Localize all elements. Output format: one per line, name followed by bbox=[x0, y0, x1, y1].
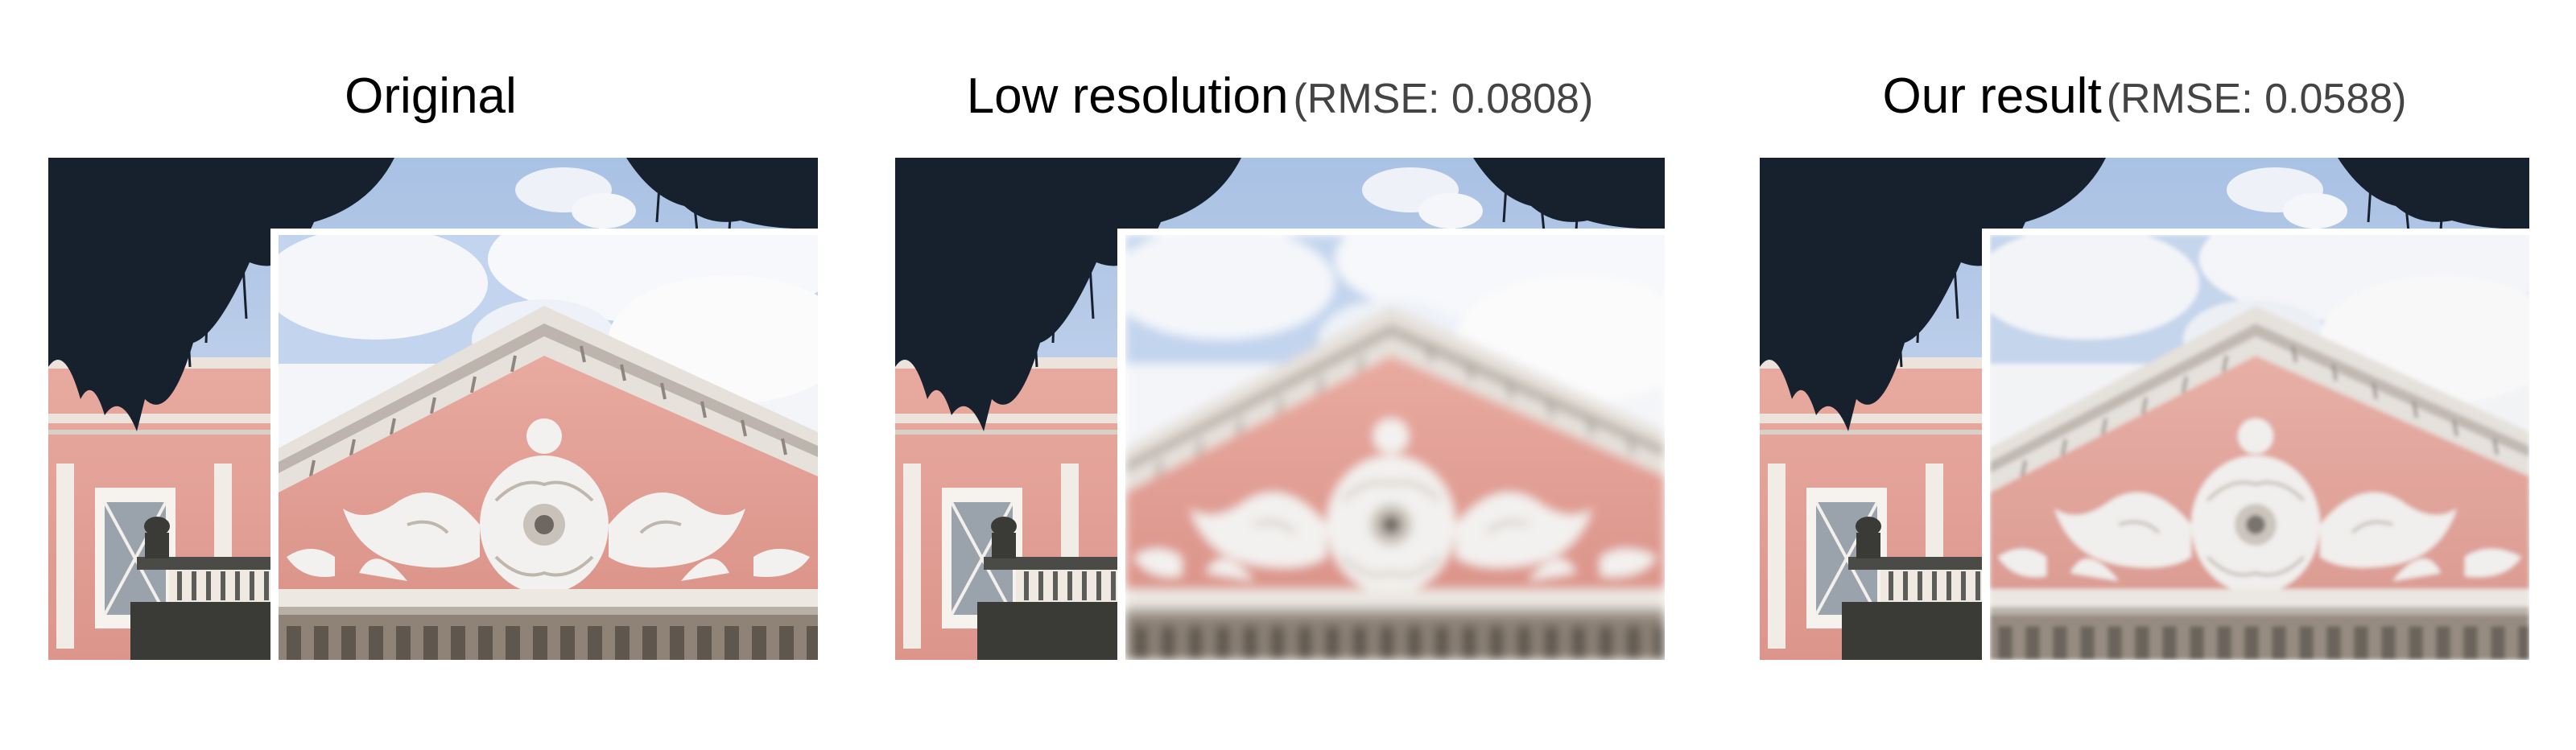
building-photo bbox=[895, 158, 1665, 660]
photo-original bbox=[48, 158, 818, 660]
panel-title-text: Original bbox=[345, 68, 517, 124]
panel-our-result: Our result (RMSE: 0.0588) bbox=[1760, 0, 2529, 750]
zoom-inset bbox=[279, 235, 818, 660]
building-photo bbox=[1760, 158, 2529, 660]
panel-original: Original bbox=[48, 0, 818, 750]
panel-title: Low resolution (RMSE: 0.0808) bbox=[895, 66, 1665, 130]
photo-low-resolution bbox=[895, 158, 1665, 660]
rmse-label: (RMSE: 0.0808) bbox=[1293, 76, 1594, 122]
panel-title: Original bbox=[48, 66, 818, 130]
building-photo bbox=[48, 158, 818, 660]
photo-our-result bbox=[1760, 158, 2529, 660]
rmse-label: (RMSE: 0.0588) bbox=[2106, 76, 2407, 122]
panel-title: Our result (RMSE: 0.0588) bbox=[1760, 66, 2529, 130]
panel-low-resolution: Low resolution (RMSE: 0.0808) bbox=[895, 0, 1665, 750]
zoom-inset bbox=[1990, 235, 2529, 660]
zoom-inset bbox=[1125, 235, 1665, 660]
panel-title-text: Low resolution bbox=[966, 68, 1289, 124]
panel-title-text: Our result bbox=[1882, 68, 2102, 124]
